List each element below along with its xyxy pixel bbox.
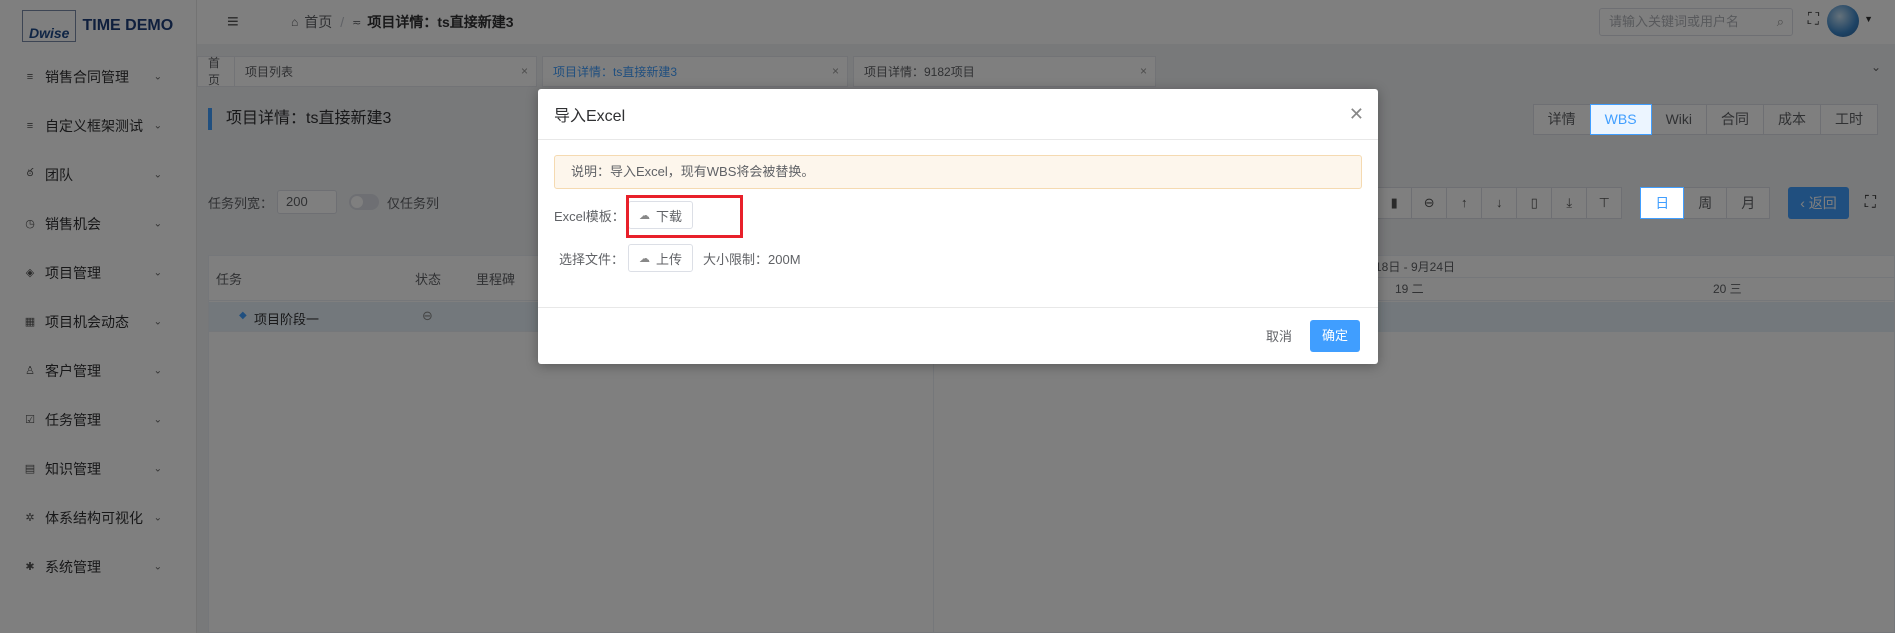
template-label: Excel模板：: [554, 208, 625, 224]
cancel-button[interactable]: 取消: [1266, 326, 1292, 345]
highlight-box: [626, 195, 743, 238]
dialog-header: 导入Excel ✕: [538, 89, 1378, 140]
view-tab[interactable]: WBS: [1589, 104, 1652, 135]
upload-label: 上传: [656, 251, 683, 267]
scale-day-button[interactable]: 日: [1640, 187, 1685, 219]
app-root: Dwise TIME DEMO ≡销售合同管理⌄≡自定义框架测试⌄ఠ团队⌄◷销售…: [0, 0, 1895, 633]
dialog-title: 导入Excel: [554, 108, 626, 125]
file-label: 选择文件：: [558, 251, 624, 267]
confirm-button[interactable]: 确定: [1310, 320, 1360, 352]
size-limit: 大小限制：200M: [703, 251, 801, 267]
notice-alert: 说明：导入Excel，现有WBS将会被替换。: [554, 155, 1362, 189]
dialog-footer: 取消 确定: [538, 307, 1378, 364]
cloud-upload-icon: ☁: [639, 252, 650, 265]
upload-button[interactable]: ☁ 上传: [628, 244, 694, 272]
file-row: 选择文件： ☁ 上传 大小限制：200M: [554, 244, 801, 272]
close-icon[interactable]: ✕: [1349, 104, 1364, 125]
